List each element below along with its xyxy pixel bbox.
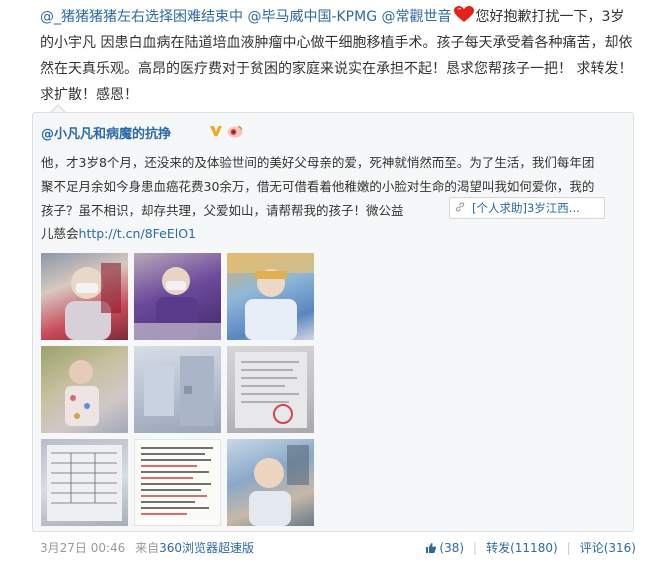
verified-v-icon[interactable] [209,124,223,138]
post-body: @_猪猪猪猪左右选择困难结束中 @毕马威中国-KPMG @常觀世音 您好抱歉打扰一… [40,4,636,108]
repost-count: (11180) [510,541,558,555]
charity-tag-label: [个人求助]3岁江西... [472,201,580,215]
heart-emoji-icon [453,6,474,22]
original-link-row: 儿慈会http://t.cn/8FeElO1 [41,223,196,242]
original-author-link[interactable]: @小凡凡和病魔的抗挣 [41,123,171,142]
source-link[interactable]: 360浏览器超速版 [159,541,254,555]
like-count: (38) [439,541,465,555]
like-button[interactable]: (38) [425,541,464,555]
weibo-post: @_猪猪猪猪左右选择困难结束中 @毕马威中国-KPMG @常觀世音 您好抱歉打扰一… [0,0,648,565]
child-with-mask-photo[interactable] [41,253,128,340]
comment-count: (316) [603,541,636,555]
thumbs-up-icon [426,543,437,553]
repost-label: 转发 [486,541,511,555]
appeal-letter-image[interactable] [134,439,221,526]
reposted-weibo: @小凡凡和病魔的抗挣 他，才3岁8个月，还没来的及体验世间的美好父母亲的爱，死神… [32,112,634,532]
hospital-room-photo[interactable] [134,346,221,433]
weibo-member-icon[interactable] [227,124,243,138]
repost-button[interactable]: 转发(11180) [486,541,558,555]
child-in-hospital-bed-photo[interactable] [227,253,314,340]
mention-link[interactable]: @常觀世音 [382,9,452,25]
short-url-link[interactable]: http://t.cn/8FeElO1 [79,226,197,241]
charity-tag-link[interactable]: [个人求助]3岁江西... [449,197,605,219]
link-icon [455,202,465,212]
medical-form-photo[interactable] [41,439,128,526]
source-prefix: 来自 [135,541,160,555]
mention-link[interactable]: @_猪猪猪猪左右选择困难结束中 [40,9,243,25]
post-meta: 3月27日 00:46 来自360浏览器超速版 [40,539,254,556]
comment-label: 评论 [579,541,604,555]
post-timestamp[interactable]: 3月27日 00:46 [40,541,125,555]
divider: | [473,541,478,555]
child-in-floral-pajamas-photo[interactable] [41,346,128,433]
child-in-hospital-photo[interactable] [227,439,314,526]
post-actions: (38) | 转发(11180) | 评论(316) [425,539,636,556]
divider: | [566,541,571,555]
mention-link[interactable]: @毕马威中国-KPMG [247,9,377,25]
medical-document-photo[interactable] [227,346,314,433]
comment-button[interactable]: 评论(316) [580,541,636,555]
child-in-purple-with-mask-photo[interactable] [134,253,221,340]
link-prefix: 儿慈会 [41,226,79,241]
